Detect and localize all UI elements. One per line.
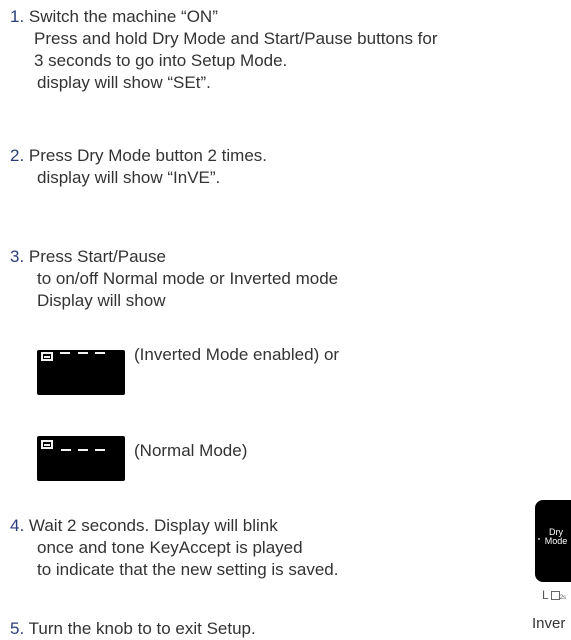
cut-off-caption: Inver bbox=[532, 615, 566, 632]
segment-top bbox=[95, 352, 105, 354]
step-2: 2. Press Dry Mode button 2 times. displa… bbox=[10, 145, 267, 189]
display-inverted-mode bbox=[37, 350, 125, 395]
step-line: to indicate that the new setting is save… bbox=[37, 560, 339, 579]
display-normal-mode bbox=[37, 436, 125, 481]
step-line: Press and hold Dry Mode and Start/Pause … bbox=[34, 29, 438, 48]
step-4: 4. Wait 2 seconds. Display will blink on… bbox=[10, 515, 338, 581]
step-number: 1. bbox=[10, 7, 25, 26]
step-number: 3. bbox=[10, 247, 25, 266]
step-number: 2. bbox=[10, 146, 25, 165]
hold-indicator: L 2s bbox=[542, 588, 566, 602]
step-line: Wait 2 seconds. Display will blink bbox=[28, 516, 278, 535]
step-line: Press Dry Mode button 2 times. bbox=[28, 146, 268, 165]
dry-mode-button-illustration: Dry Mode bbox=[535, 500, 571, 582]
step-line: to on/off Normal mode or Inverted mode bbox=[37, 269, 339, 288]
segment-bottom bbox=[61, 449, 71, 451]
segment-digit bbox=[41, 440, 53, 449]
step-line: Display will show bbox=[37, 291, 166, 310]
inverted-mode-caption: (Inverted Mode enabled) or bbox=[134, 345, 340, 364]
segment-digit bbox=[41, 352, 53, 361]
hold-square-icon bbox=[550, 591, 560, 601]
step-1: 1. Switch the machine “ON” Press and hol… bbox=[10, 6, 438, 94]
step-line: Turn the knob to to exit Setup. bbox=[28, 619, 256, 638]
normal-mode-caption: (Normal Mode) bbox=[134, 441, 248, 460]
segment-top bbox=[78, 352, 88, 354]
step-5: 5. Turn the knob to to exit Setup. bbox=[10, 618, 256, 640]
step-number: 4. bbox=[10, 516, 25, 535]
step-number: 5. bbox=[10, 619, 25, 638]
segment-bottom bbox=[78, 449, 88, 451]
step-line: display will show “InVE”. bbox=[37, 168, 221, 187]
segment-top bbox=[60, 352, 70, 354]
step-line: Switch the machine “ON” bbox=[28, 7, 218, 26]
segment-bottom bbox=[95, 449, 105, 451]
step-line: display will show “SEt”. bbox=[37, 73, 211, 92]
hold-duration: 2s bbox=[559, 595, 567, 601]
step-line: once and tone KeyAccept is played bbox=[37, 538, 303, 557]
step-3: 3. Press Start/Pause to on/off Normal mo… bbox=[10, 246, 338, 312]
l-label: L bbox=[542, 588, 549, 602]
step-line: 3 seconds to go into Setup Mode. bbox=[34, 51, 288, 70]
step-line: Press Start/Pause bbox=[28, 247, 166, 266]
dry-mode-button-label: Dry Mode bbox=[544, 527, 568, 546]
